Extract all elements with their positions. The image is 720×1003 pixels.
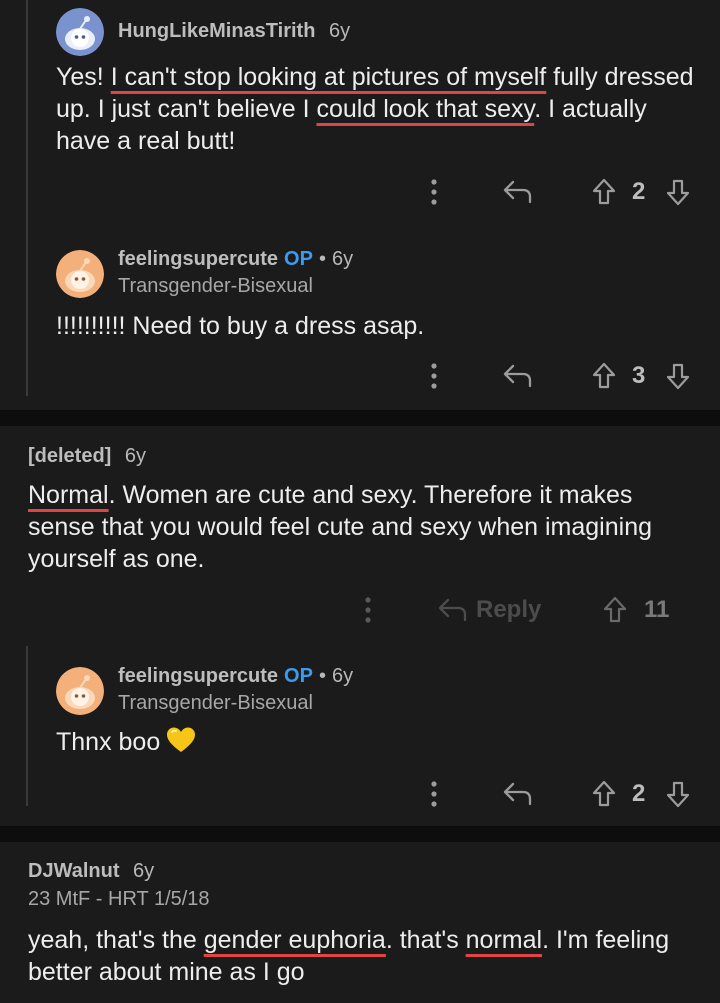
reply-arrow-icon[interactable] bbox=[503, 774, 533, 814]
comment-actions: 3 bbox=[0, 356, 720, 396]
upvote-arrow-icon[interactable] bbox=[592, 356, 616, 396]
thread-3: DJWalnut 6y 23 MtF - HRT 1/5/18 yeah, th… bbox=[0, 842, 720, 1003]
body-text: Yes! bbox=[56, 63, 111, 91]
comment-body: Yes! I can't stop looking at pictures of… bbox=[56, 61, 696, 157]
vote-count: 3 bbox=[632, 362, 646, 389]
comment-body: yeah, that's the gender euphoria. that's… bbox=[28, 924, 688, 988]
downvote-arrow-icon[interactable] bbox=[666, 774, 690, 814]
op-badge: OP bbox=[284, 248, 313, 270]
username: [deleted] bbox=[28, 445, 112, 467]
comment-meta: [deleted] 6y bbox=[28, 445, 146, 468]
yellow-heart-emoji bbox=[166, 726, 196, 762]
vote-count: 2 bbox=[632, 178, 646, 205]
username[interactable]: HungLikeMinasTirith bbox=[118, 20, 315, 42]
user-flair: Transgender-Bisexual bbox=[118, 692, 313, 714]
more-vertical-icon[interactable] bbox=[424, 774, 444, 814]
username[interactable]: feelingsupercute bbox=[118, 248, 278, 270]
comment-age: 6y bbox=[133, 860, 155, 882]
comment-age: 6y bbox=[124, 445, 147, 467]
comment-age: 6y bbox=[331, 248, 354, 270]
comment-body: Thnx boo bbox=[56, 726, 696, 762]
misspelled-text: gender euphoria bbox=[203, 926, 386, 954]
comment-body: !!!!!!!!!! Need to buy a dress asap. bbox=[56, 312, 425, 340]
reply-arrow-icon bbox=[438, 598, 467, 622]
avatar[interactable] bbox=[56, 250, 104, 298]
separator-dot: • bbox=[318, 665, 326, 687]
comment-body: Normal. Women are cute and sexy. Therefo… bbox=[28, 479, 688, 575]
body-text: . that's bbox=[385, 926, 466, 954]
op-badge: OP bbox=[284, 665, 313, 687]
username[interactable]: feelingsupercute bbox=[118, 665, 278, 687]
comment-actions: 2 bbox=[0, 774, 720, 814]
downvote-arrow-icon[interactable] bbox=[666, 172, 690, 212]
username[interactable]: DJWalnut bbox=[28, 860, 119, 882]
reply-label: Reply bbox=[476, 596, 542, 623]
more-vertical-icon[interactable] bbox=[424, 356, 444, 396]
reply-arrow-icon[interactable] bbox=[503, 356, 533, 396]
thread-divider bbox=[0, 826, 720, 842]
reply-arrow-icon[interactable] bbox=[503, 172, 533, 212]
thread-divider bbox=[0, 410, 720, 426]
downvote-arrow-icon[interactable] bbox=[666, 356, 690, 396]
user-flair: Transgender-Bisexual bbox=[118, 275, 313, 297]
reply-meta: feelingsupercute OP • 6y bbox=[118, 665, 353, 688]
misspelled-text: I can't stop looking at pictures of myse… bbox=[110, 63, 547, 91]
avatar[interactable] bbox=[56, 667, 104, 715]
comment-actions: Reply 11 bbox=[0, 590, 720, 630]
misspelled-text: Normal bbox=[28, 481, 109, 509]
upvote-arrow-icon[interactable] bbox=[592, 172, 616, 212]
upvote-arrow-icon[interactable] bbox=[592, 774, 616, 814]
more-vertical-icon[interactable] bbox=[424, 172, 444, 212]
avatar[interactable] bbox=[56, 8, 104, 56]
thread-2: [deleted] 6y Normal. Women are cute and … bbox=[0, 426, 720, 826]
comment-actions: 2 bbox=[0, 172, 720, 212]
misspelled-text: could look that sexy bbox=[316, 95, 535, 123]
more-vertical-icon[interactable] bbox=[358, 590, 378, 630]
separator-dot: • bbox=[318, 248, 326, 270]
comment-age: 6y bbox=[328, 20, 351, 42]
user-flair: 23 MtF - HRT 1/5/18 bbox=[28, 888, 210, 910]
comment-age: 6y bbox=[331, 665, 354, 687]
body-text: Thnx boo bbox=[56, 728, 161, 756]
reply-button[interactable]: Reply bbox=[438, 590, 541, 630]
body-text: . Women are cute and sexy. Therefore it … bbox=[28, 481, 652, 573]
vote-count: 11 bbox=[644, 596, 670, 623]
misspelled-text: normal bbox=[465, 926, 543, 954]
thread-1: HungLikeMinasTirith 6y Yes! I can't stop… bbox=[0, 0, 720, 410]
upvote-arrow-icon[interactable] bbox=[603, 590, 627, 630]
body-text: yeah, that's the bbox=[28, 926, 204, 954]
comment-meta: HungLikeMinasTirith 6y bbox=[118, 20, 350, 43]
reply-meta: feelingsupercute OP • 6y bbox=[118, 248, 353, 271]
comment-meta: DJWalnut 6y bbox=[28, 860, 154, 883]
vote-count: 2 bbox=[632, 780, 646, 807]
